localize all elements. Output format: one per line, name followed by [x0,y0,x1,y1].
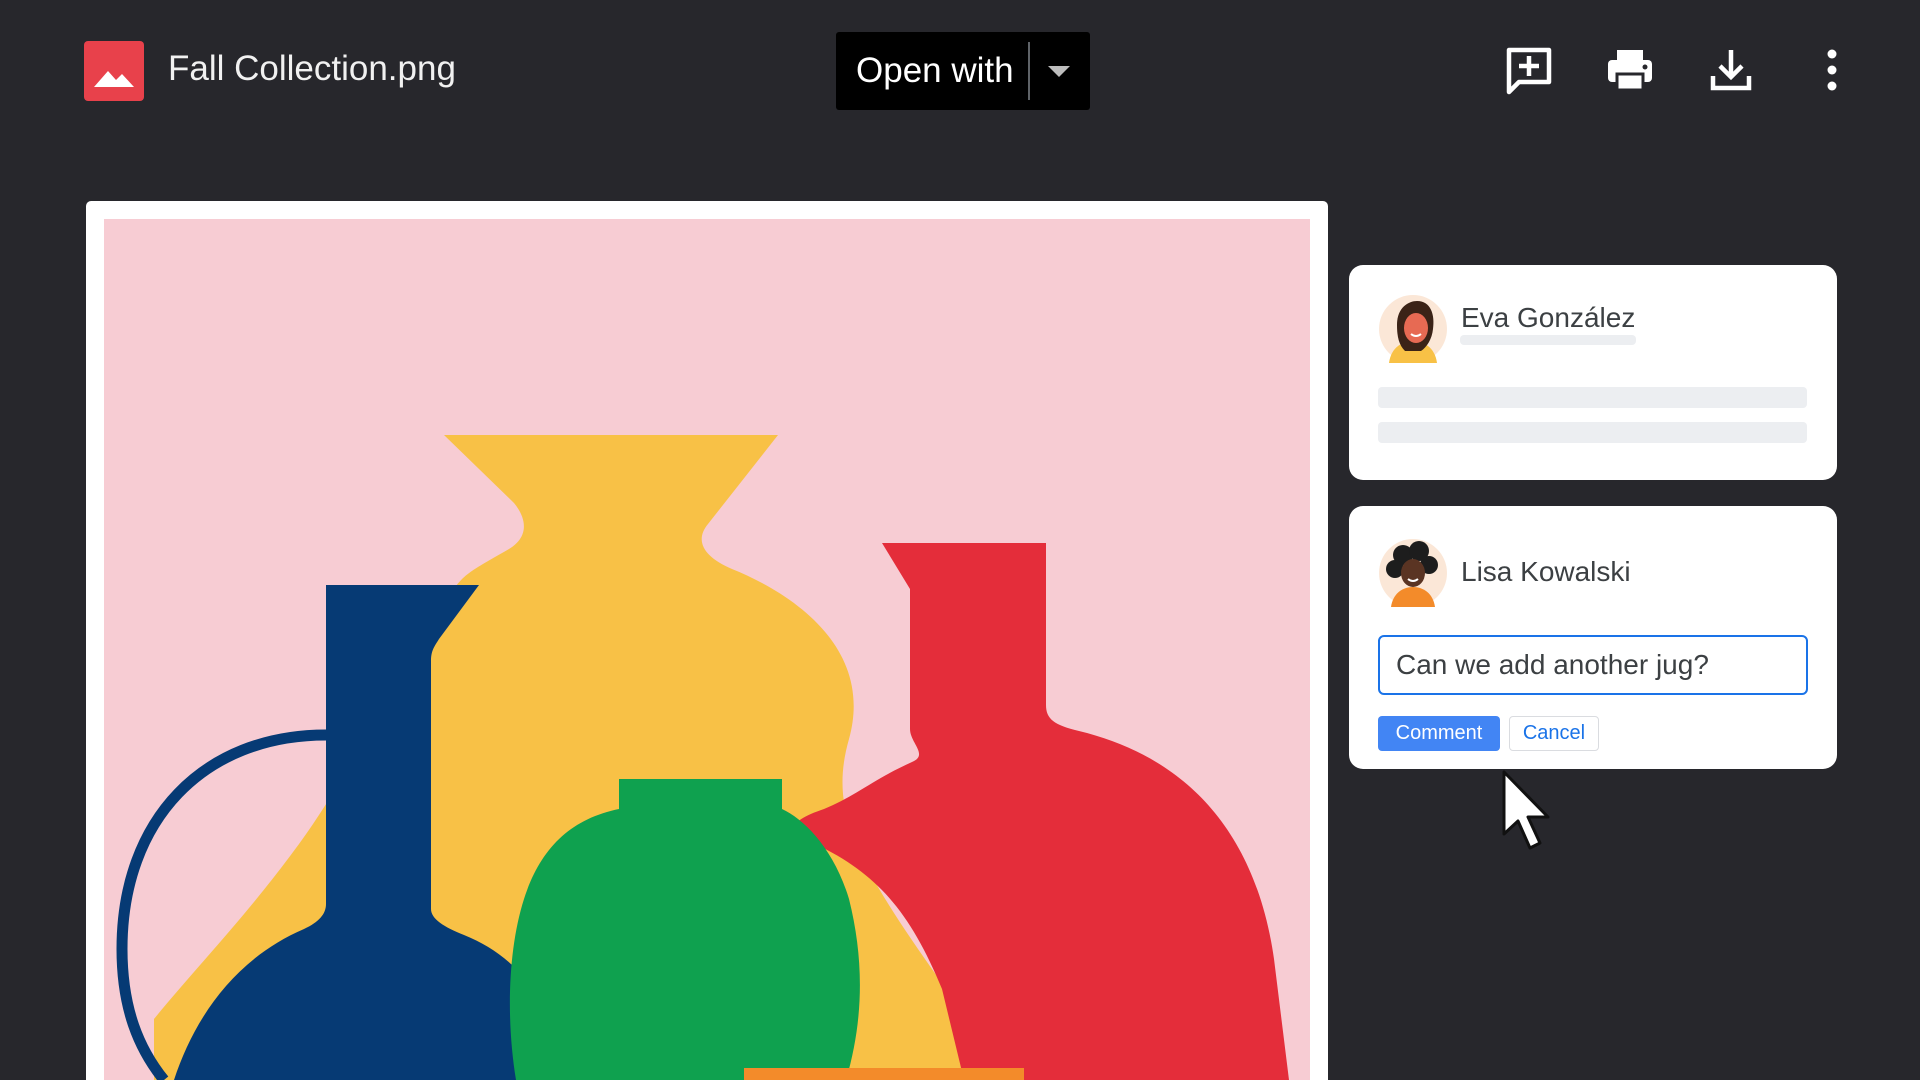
comment-author: Lisa Kowalski [1461,556,1631,587]
comment-card: Lisa Kowalski Comment Cancel [1349,506,1837,769]
fall-collection-vases-illustration [104,219,1310,1080]
cancel-button[interactable]: Cancel [1509,716,1599,751]
woman-curly-hair-avatar [1379,539,1447,607]
open-with-button[interactable]: Open with [836,32,1090,110]
print-icon[interactable] [1604,44,1656,96]
comment-text-placeholder [1378,387,1807,408]
comment-button[interactable]: Comment [1378,716,1500,751]
comment-card: Eva González [1349,265,1837,480]
viewer-toolbar: Fall Collection.png Open with [0,0,1920,140]
open-with-divider [1028,42,1030,100]
comment-author: Eva González [1461,302,1636,333]
author-meta-placeholder [1460,335,1636,345]
comment-text-placeholder [1378,422,1807,443]
chevron-down-icon[interactable] [1044,59,1074,83]
image-preview-frame [86,201,1328,1080]
add-comment-icon[interactable] [1503,44,1555,96]
more-options-icon[interactable] [1806,44,1858,96]
comment-input[interactable] [1378,635,1808,695]
mouse-pointer-icon [1500,768,1558,856]
file-name: Fall Collection.png [168,49,456,88]
image-file-icon [84,41,144,101]
woman-avatar [1379,295,1447,363]
download-icon[interactable] [1705,44,1757,96]
open-with-label: Open with [856,51,1014,90]
